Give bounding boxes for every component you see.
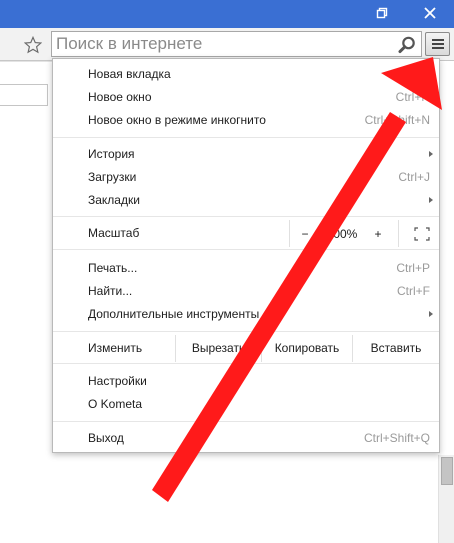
zoom-level-value: 100% bbox=[326, 226, 358, 241]
main-menu-button[interactable] bbox=[425, 32, 450, 56]
close-button[interactable] bbox=[412, 0, 448, 26]
menu-item-shortcut: Ctrl+T bbox=[397, 67, 430, 81]
menu-item-label: Выход bbox=[88, 431, 124, 445]
menu-item-shortcut: Ctrl+P bbox=[396, 261, 430, 275]
menu-item-shortcut: Ctrl+J bbox=[398, 170, 430, 184]
menu-item-label: История bbox=[88, 147, 135, 161]
cut-button[interactable]: Вырезать bbox=[176, 333, 261, 363]
menu-item-label: Закладки bbox=[88, 193, 140, 207]
restore-button[interactable] bbox=[364, 0, 400, 26]
zoom-label: Масштаб bbox=[88, 226, 140, 240]
paste-button[interactable]: Вставить bbox=[353, 333, 439, 363]
menu-item-new-window[interactable]: Новое окно Ctrl+N bbox=[53, 86, 439, 108]
menu-separator bbox=[53, 421, 439, 422]
menu-item-label: О Kometa bbox=[88, 397, 143, 411]
menu-separator bbox=[53, 137, 439, 138]
main-menu: Новая вкладка Ctrl+T Новое окно Ctrl+N Н… bbox=[52, 58, 440, 453]
menu-item-label: Новое окно bbox=[88, 90, 152, 104]
hamburger-line bbox=[431, 43, 444, 45]
menu-separator bbox=[53, 331, 439, 332]
magnifier-icon[interactable] bbox=[397, 35, 417, 55]
submenu-arrow-icon bbox=[429, 311, 433, 317]
search-input[interactable] bbox=[56, 34, 386, 54]
menu-zoom-row: Масштаб − 100% + bbox=[53, 218, 439, 249]
menu-item-label: Загрузки bbox=[88, 170, 137, 184]
page-divider bbox=[0, 61, 52, 62]
menu-item-print[interactable]: Печать... Ctrl+P bbox=[53, 257, 439, 279]
fullscreen-icon bbox=[414, 226, 430, 241]
hamburger-line bbox=[431, 47, 444, 49]
menu-item-shortcut: Ctrl+F bbox=[397, 284, 430, 298]
menu-item-label: Новое окно в режиме инкогнито bbox=[88, 113, 266, 127]
zoom-separator bbox=[289, 220, 290, 247]
menu-item-label: Новая вкладка bbox=[88, 67, 171, 81]
menu-item-incognito-window[interactable]: Новое окно в режиме инкогнито Ctrl+Shift… bbox=[53, 109, 439, 131]
scrollbar-thumb[interactable] bbox=[441, 457, 453, 485]
edit-label: Изменить bbox=[88, 341, 143, 355]
menu-edit-row: Изменить Вырезать Копировать Вставить bbox=[53, 333, 439, 363]
browser-toolbar bbox=[0, 28, 454, 61]
menu-item-bookmarks[interactable]: Закладки bbox=[53, 189, 439, 211]
bookmark-star-button[interactable] bbox=[22, 34, 44, 56]
menu-item-new-tab[interactable]: Новая вкладка Ctrl+T bbox=[53, 63, 439, 85]
menu-item-history[interactable]: История bbox=[53, 143, 439, 165]
zoom-in-button[interactable]: + bbox=[365, 218, 391, 249]
menu-item-label: Дополнительные инструменты bbox=[88, 307, 260, 321]
fullscreen-button[interactable] bbox=[405, 218, 439, 249]
omnibox bbox=[51, 31, 422, 57]
menu-item-downloads[interactable]: Загрузки Ctrl+J bbox=[53, 166, 439, 188]
zoom-separator bbox=[398, 220, 399, 247]
hamburger-icon bbox=[431, 39, 444, 41]
menu-separator bbox=[53, 363, 439, 364]
page-input-field[interactable] bbox=[0, 84, 48, 106]
submenu-arrow-icon bbox=[429, 197, 433, 203]
menu-item-shortcut: Ctrl+Shift+Q bbox=[363, 431, 430, 445]
zoom-out-button[interactable]: − bbox=[291, 218, 319, 249]
title-bar bbox=[0, 0, 454, 28]
menu-item-find[interactable]: Найти... Ctrl+F bbox=[53, 280, 439, 302]
close-icon bbox=[424, 7, 436, 19]
page-scrollbar[interactable] bbox=[438, 455, 454, 543]
submenu-arrow-icon bbox=[429, 151, 433, 157]
menu-item-settings[interactable]: Настройки bbox=[53, 370, 439, 392]
menu-item-shortcut: Ctrl+Shift+N bbox=[364, 113, 430, 127]
restore-icon bbox=[376, 7, 388, 19]
menu-item-label: Настройки bbox=[88, 374, 147, 388]
menu-item-about[interactable]: О Kometa bbox=[53, 393, 439, 415]
menu-item-shortcut: Ctrl+N bbox=[395, 90, 430, 104]
menu-separator bbox=[53, 249, 439, 250]
menu-separator bbox=[53, 216, 439, 217]
menu-item-label: Печать... bbox=[88, 261, 138, 275]
menu-item-more-tools[interactable]: Дополнительные инструменты bbox=[53, 303, 439, 325]
copy-button[interactable]: Копировать bbox=[262, 333, 352, 363]
menu-item-exit[interactable]: Выход Ctrl+Shift+Q bbox=[53, 427, 439, 449]
menu-item-label: Найти... bbox=[88, 284, 133, 298]
star-icon bbox=[24, 36, 42, 54]
